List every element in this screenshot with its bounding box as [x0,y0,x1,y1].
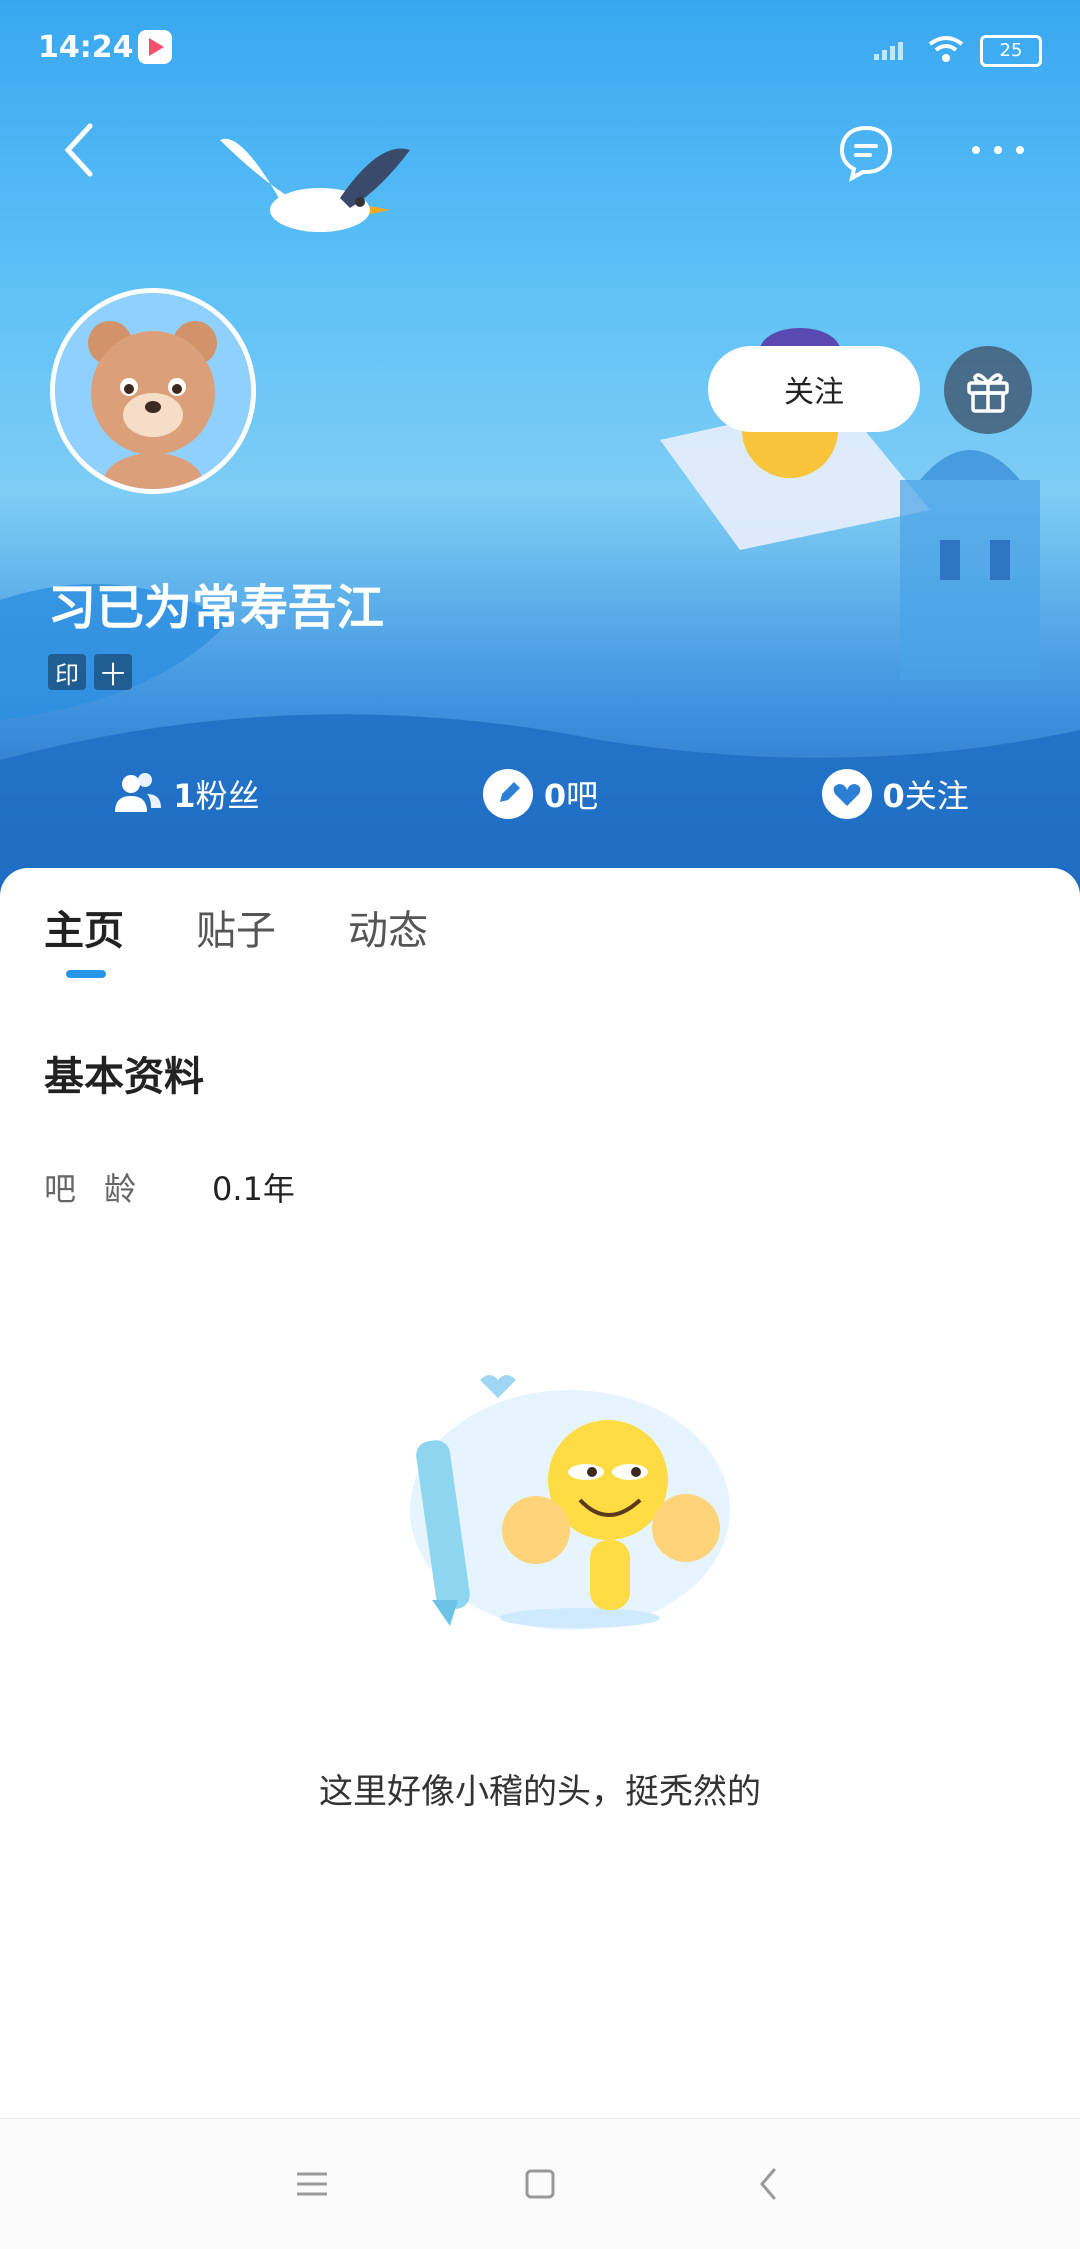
message-button[interactable] [836,122,896,186]
nav-back-button[interactable] [744,2160,792,2208]
back-button[interactable] [60,120,100,184]
username: 习已为常寿吾江 [48,580,385,636]
nav-menu-button[interactable] [288,2160,336,2208]
stat-bars-count: 0 [543,777,567,815]
square-home-icon [525,2169,555,2199]
users-icon [111,768,163,820]
chevron-left-icon [760,2168,776,2200]
stat-bars-label: 吧 [566,777,599,815]
battery-indicator: 25 [980,35,1042,67]
profile-stats: 1粉丝 0吧 0关注 [0,768,1080,820]
profile-header: 14:24 25 关注 习已为常寿吾江 印 十 1粉丝 0吧 0关注 [0,0,1080,900]
tab-posts[interactable]: 贴子 [196,898,276,956]
gift-icon [967,373,1009,413]
status-time: 14:24 [38,30,134,65]
basic-info-title: 基本资料 [44,1054,204,1100]
empty-state-text: 这里好像小稽的头，挺秃然的 [319,1772,761,1812]
bar-age-row: 吧龄 0.1年 [44,1164,295,1210]
signal-icon [872,36,912,66]
back-icon [64,123,93,177]
tab-home[interactable]: 主页 [44,898,124,978]
bar-age-label: 吧龄 [44,1170,165,1208]
bear-avatar-image [55,293,251,489]
more-icon [972,146,1024,154]
stat-fans-label: 粉丝 [195,777,260,815]
menu-icon [297,2172,327,2196]
stat-following[interactable]: 0关注 [821,768,969,820]
pencil-icon [482,768,534,820]
seagull-illustration [220,138,410,232]
stat-fans-count: 1 [173,777,196,815]
stat-following-count: 0 [882,777,905,815]
stat-bars[interactable]: 0吧 [482,768,598,820]
avatar[interactable] [50,288,256,494]
bar-age-value: 0.1年 [212,1170,295,1208]
gift-button[interactable] [944,346,1032,434]
heart-icon [821,768,873,820]
stat-following-label: 关注 [904,777,969,815]
profile-tabs: 主页 贴子 动态 [44,898,428,978]
tab-activity[interactable]: 动态 [348,898,428,956]
status-icons: 25 [872,34,1042,68]
app-notification-icon [138,30,172,64]
user-badges: 印 十 [48,654,132,690]
badge-seal[interactable]: 印 [48,654,86,690]
message-icon [839,125,893,182]
system-nav-bar [0,2118,1080,2249]
follow-button[interactable]: 关注 [708,346,920,432]
wifi-icon [926,34,966,68]
nav-home-button[interactable] [516,2160,564,2208]
stat-fans[interactable]: 1粉丝 [111,768,259,820]
more-button[interactable] [968,140,1028,164]
badge-plus[interactable]: 十 [94,654,132,690]
empty-state-illustration [410,1375,730,1630]
